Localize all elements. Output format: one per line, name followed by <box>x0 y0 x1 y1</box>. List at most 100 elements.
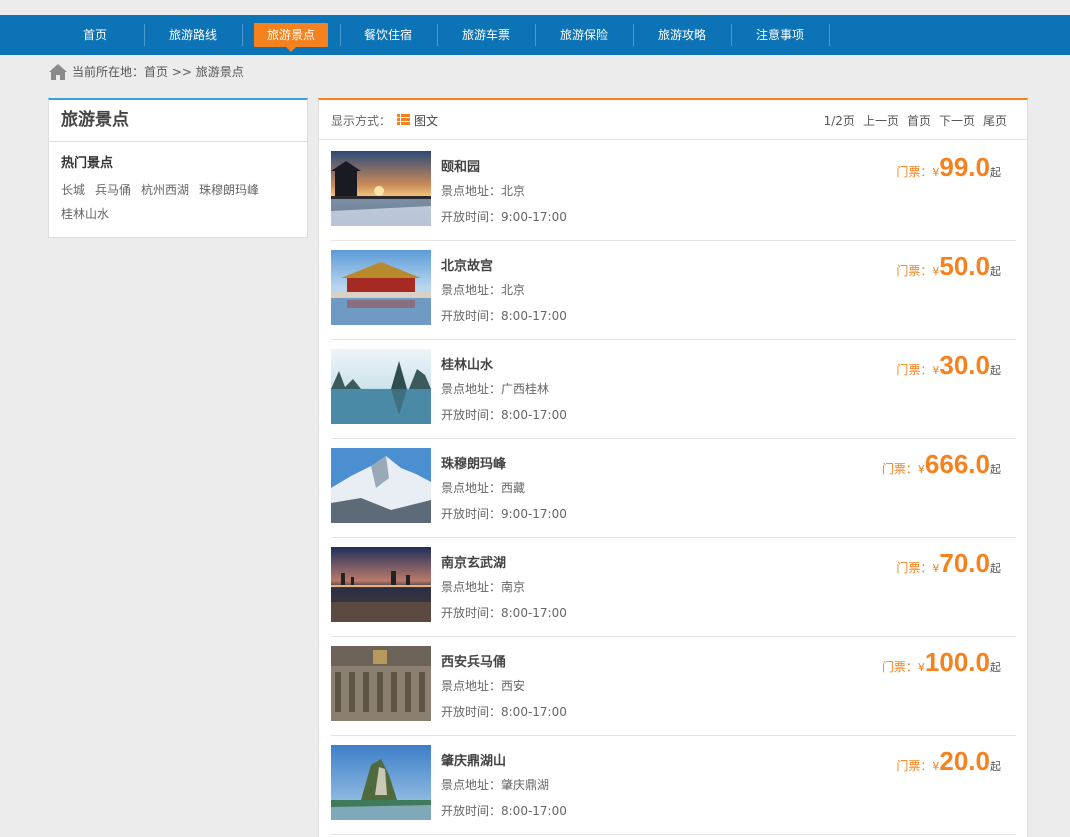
display-mode-label: 显示方式： <box>331 114 392 128</box>
price-label: 门票： <box>896 363 933 377</box>
tag-link[interactable]: 杭州西湖 <box>141 183 189 197</box>
price-label: 门票： <box>896 165 933 179</box>
page-info: 1/2页 <box>823 114 855 128</box>
price-suffix: 起 <box>990 661 1001 674</box>
xuanwu-lake-photo <box>331 547 431 622</box>
price-label: 门票： <box>896 759 933 773</box>
list-icon[interactable] <box>397 114 410 125</box>
attraction-thumbnail[interactable] <box>331 745 431 820</box>
prev-page-link[interactable]: 上一页 <box>863 114 899 128</box>
tag-link[interactable]: 长城 <box>61 183 85 197</box>
attraction-address: 景点地址：西藏 <box>441 481 526 495</box>
attraction-thumbnail[interactable] <box>331 646 431 721</box>
tag-link[interactable]: 珠穆朗玛峰 <box>199 183 259 197</box>
sidebar-title: 旅游景点 <box>49 100 307 142</box>
attraction-thumbnail[interactable] <box>331 250 431 325</box>
attraction-address: 景点地址：西安 <box>441 679 526 693</box>
attraction-thumbnail[interactable] <box>331 151 431 226</box>
price-suffix: 起 <box>990 265 1001 278</box>
attraction-thumbnail[interactable] <box>331 547 431 622</box>
nav-divider <box>535 24 536 46</box>
nav-item-notices[interactable]: 注意事项 <box>747 15 813 55</box>
attraction-address: 景点地址：肇庆鼎湖 <box>441 778 550 792</box>
sidebar-panel: 旅游景点 热门景点 长城 兵马俑 杭州西湖 珠穆朗玛峰 桂林山水 <box>48 98 308 238</box>
hot-attraction-tags: 长城 兵马俑 杭州西湖 珠穆朗玛峰桂林山水 <box>61 178 297 226</box>
attraction-address: 景点地址：北京 <box>441 283 526 297</box>
list-toolbar: 显示方式： 图文 1/2页 上一页 首页 下一页 尾页 <box>319 100 1027 140</box>
list-item[interactable]: 南京玄武湖 景点地址：南京 开放时间：8:00-17:00 门票：¥70.0起 <box>331 538 1016 637</box>
pagination: 1/2页 上一页 首页 下一页 尾页 <box>824 112 1007 129</box>
attraction-name[interactable]: 南京玄武湖 <box>441 552 506 571</box>
currency-symbol: ¥ <box>917 661 925 674</box>
ticket-price: 门票：¥50.0起 <box>896 251 1001 282</box>
first-page-link[interactable]: 首页 <box>907 114 931 128</box>
attraction-name[interactable]: 北京故宫 <box>441 255 493 274</box>
price-suffix: 起 <box>990 364 1001 377</box>
active-indicator-arrow <box>286 47 296 52</box>
nav-item-insurance[interactable]: 旅游保险 <box>551 15 617 55</box>
ticket-price: 门票：¥99.0起 <box>896 152 1001 183</box>
price-label: 门票： <box>896 561 933 575</box>
attraction-hours: 开放时间：8:00-17:00 <box>441 804 567 818</box>
top-nav: 首页 旅游路线 旅游景点 餐饮住宿 旅游车票 旅游保险 旅游攻略 注意事项 <box>0 15 1070 55</box>
nav-item-guides[interactable]: 旅游攻略 <box>649 15 715 55</box>
price-label: 门票： <box>881 660 918 674</box>
forbidden-city-photo <box>331 250 431 325</box>
nav-item-routes[interactable]: 旅游路线 <box>160 15 226 55</box>
attraction-name[interactable]: 肇庆鼎湖山 <box>441 750 506 769</box>
last-page-link[interactable]: 尾页 <box>983 114 1007 128</box>
guilin-karst-photo <box>331 349 431 424</box>
attraction-hours: 开放时间：8:00-17:00 <box>441 606 567 620</box>
attraction-thumbnail[interactable] <box>331 349 431 424</box>
ticket-price: 门票：¥30.0起 <box>896 350 1001 381</box>
ticket-price: 门票：¥20.0起 <box>896 746 1001 777</box>
list-item[interactable]: 北京故宫 景点地址：北京 开放时间：8:00-17:00 门票：¥50.0起 <box>331 241 1016 340</box>
list-item[interactable]: 颐和园 景点地址：北京 开放时间：9:00-17:00 门票：¥99.0起 <box>331 142 1016 241</box>
attraction-hours: 开放时间：9:00-17:00 <box>441 507 567 521</box>
ticket-price: 门票：¥70.0起 <box>896 548 1001 579</box>
price-label: 门票： <box>896 264 933 278</box>
ticket-price: 门票：¥100.0起 <box>882 647 1001 678</box>
everest-photo <box>331 448 431 523</box>
nav-item-attractions-label: 旅游景点 <box>266 28 315 42</box>
nav-divider <box>144 24 145 46</box>
list-item[interactable]: 西安兵马俑 景点地址：西安 开放时间：8:00-17:00 门票：¥100.0起 <box>331 637 1016 736</box>
price-suffix: 起 <box>990 166 1001 179</box>
price-value: 70.0 <box>939 548 990 578</box>
attraction-list: 颐和园 景点地址：北京 开放时间：9:00-17:00 门票：¥99.0起 北京… <box>331 142 1016 835</box>
nav-item-dining[interactable]: 餐饮住宿 <box>355 15 421 55</box>
attraction-name[interactable]: 珠穆朗玛峰 <box>441 453 506 472</box>
next-page-link[interactable]: 下一页 <box>939 114 975 128</box>
nav-divider <box>242 24 243 46</box>
attraction-name[interactable]: 桂林山水 <box>441 354 493 373</box>
nav-item-attractions[interactable]: 旅游景点 <box>254 23 328 52</box>
nav-item-home[interactable]: 首页 <box>70 15 120 55</box>
list-item[interactable]: 桂林山水 景点地址：广西桂林 开放时间：8:00-17:00 门票：¥30.0起 <box>331 340 1016 439</box>
attraction-thumbnail[interactable] <box>331 448 431 523</box>
tag-link[interactable]: 桂林山水 <box>61 207 109 221</box>
attraction-hours: 开放时间：9:00-17:00 <box>441 210 567 224</box>
price-value: 50.0 <box>939 251 990 281</box>
list-item[interactable]: 珠穆朗玛峰 景点地址：西藏 开放时间：9:00-17:00 门票：¥666.0起 <box>331 439 1016 538</box>
attraction-hours: 开放时间：8:00-17:00 <box>441 408 567 422</box>
attraction-address: 景点地址：北京 <box>441 184 526 198</box>
price-value: 30.0 <box>939 350 990 380</box>
attraction-hours: 开放时间：8:00-17:00 <box>441 309 567 323</box>
currency-symbol: ¥ <box>917 463 925 476</box>
summer-palace-photo <box>331 151 431 226</box>
attraction-name[interactable]: 颐和园 <box>441 156 480 175</box>
attraction-hours: 开放时间：8:00-17:00 <box>441 705 567 719</box>
attraction-name[interactable]: 西安兵马俑 <box>441 651 506 670</box>
price-value: 666.0 <box>924 449 990 479</box>
tag-link[interactable]: 兵马俑 <box>95 183 131 197</box>
attraction-address: 景点地址：南京 <box>441 580 526 594</box>
price-label: 门票： <box>881 462 918 476</box>
price-suffix: 起 <box>990 760 1001 773</box>
display-mode-option[interactable]: 图文 <box>414 112 438 129</box>
home-icon[interactable] <box>48 63 68 81</box>
dinghu-mountain-photo <box>331 745 431 820</box>
list-item[interactable]: 肇庆鼎湖山 景点地址：肇庆鼎湖 开放时间：8:00-17:00 门票：¥20.0… <box>331 736 1016 835</box>
price-value: 20.0 <box>939 746 990 776</box>
nav-item-tickets[interactable]: 旅游车票 <box>453 15 519 55</box>
price-value: 99.0 <box>939 152 990 182</box>
